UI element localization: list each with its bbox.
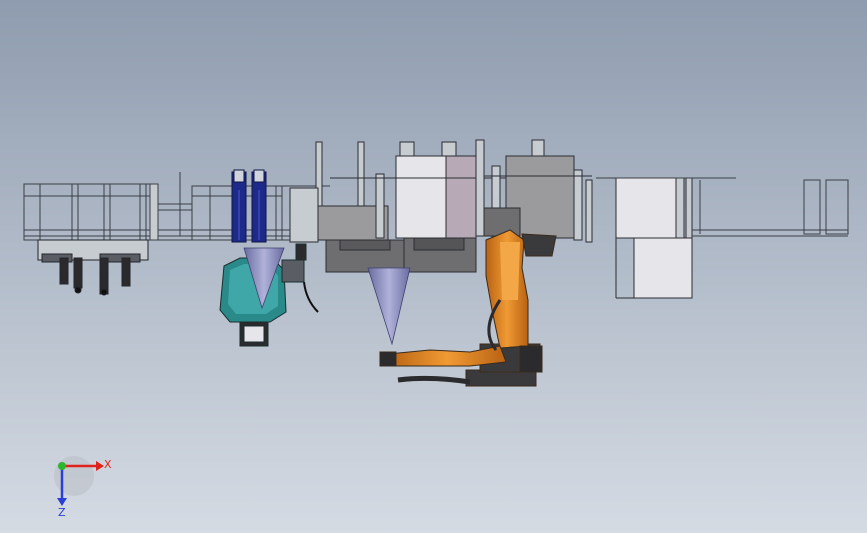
y-axis-dot	[58, 462, 66, 470]
cad-viewport[interactable]: X Z	[0, 0, 867, 533]
z-axis-label: Z	[58, 506, 66, 519]
x-axis-label: X	[104, 458, 112, 471]
